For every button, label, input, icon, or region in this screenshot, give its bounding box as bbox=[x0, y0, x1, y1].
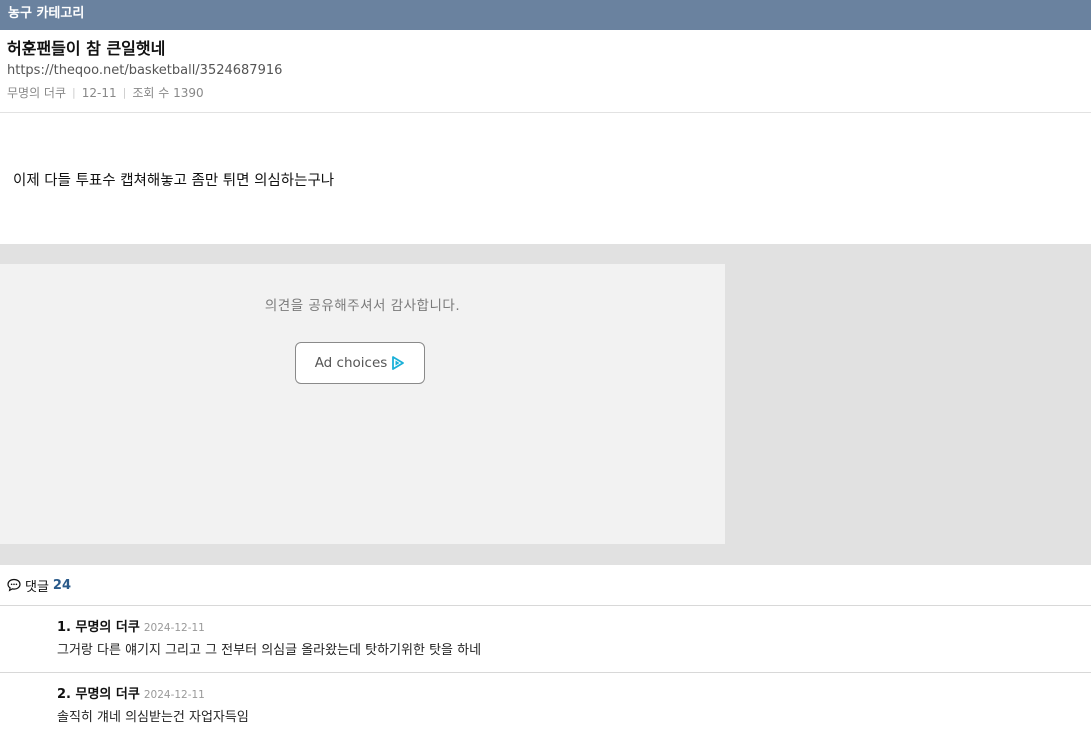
post-title: 허훈팬들이 참 큰일햇네 bbox=[7, 39, 166, 58]
comment-count: 24 bbox=[52, 577, 72, 593]
comment-date: 2024-12-11 bbox=[143, 689, 205, 701]
ad-choices-label: Ad choices bbox=[314, 355, 388, 371]
comment-item: 2. 무명의 더쿠 2024-12-11 솔직히 걔네 의심받는건 자업자득임 bbox=[0, 673, 1091, 739]
post-body: 이제 다들 투표수 캡쳐해놓고 좀만 튀면 의심하는구나 bbox=[0, 113, 1091, 244]
post-body-text: 이제 다들 투표수 캡쳐해놓고 좀만 튀면 의심하는구나 bbox=[13, 173, 335, 189]
ad-box: 의견을 공유해주셔서 감사합니다. Ad choices bbox=[0, 264, 725, 544]
meta-divider: | bbox=[122, 86, 127, 99]
comments-label: 댓글 bbox=[25, 579, 49, 595]
comment-text: 그거랑 다른 얘기지 그리고 그 전부터 의심글 올라왔는데 탓하기위한 탓을 … bbox=[57, 643, 482, 658]
post-date: 12-11 bbox=[81, 86, 117, 100]
post-views: 조회 수 1390 bbox=[132, 86, 204, 100]
post-author: 무명의 더쿠 bbox=[7, 86, 67, 100]
comments-header: 댓글 24 bbox=[0, 565, 1091, 606]
ad-choices-button[interactable]: Ad choices bbox=[295, 342, 425, 384]
meta-divider: | bbox=[72, 86, 76, 99]
ad-message: 의견을 공유해주셔서 감사합니다. bbox=[264, 298, 461, 314]
ad-container: 의견을 공유해주셔서 감사합니다. Ad choices bbox=[0, 244, 1091, 565]
category-label[interactable]: 농구 카테고리 bbox=[8, 6, 84, 21]
comment-author: 2. 무명의 더쿠 bbox=[57, 687, 140, 702]
speech-bubble-icon bbox=[7, 578, 21, 592]
ad-choices-icon bbox=[391, 356, 405, 370]
comment-text: 솔직히 걔네 의심받는건 자업자득임 bbox=[57, 710, 249, 725]
post-meta: 무명의 더쿠 | 12-11 | 조회 수 1390 bbox=[7, 83, 1084, 103]
category-bar[interactable]: 농구 카테고리 bbox=[0, 0, 1091, 30]
post-header: 허훈팬들이 참 큰일햇네 https://theqoo.net/basketba… bbox=[0, 30, 1091, 113]
post-url-link[interactable]: https://theqoo.net/basketball/3524687916 bbox=[7, 61, 1084, 81]
comment-item: 1. 무명의 더쿠 2024-12-11 그거랑 다른 얘기지 그리고 그 전부… bbox=[0, 606, 1091, 673]
comment-date: 2024-12-11 bbox=[143, 622, 205, 634]
comment-author: 1. 무명의 더쿠 bbox=[57, 620, 140, 635]
